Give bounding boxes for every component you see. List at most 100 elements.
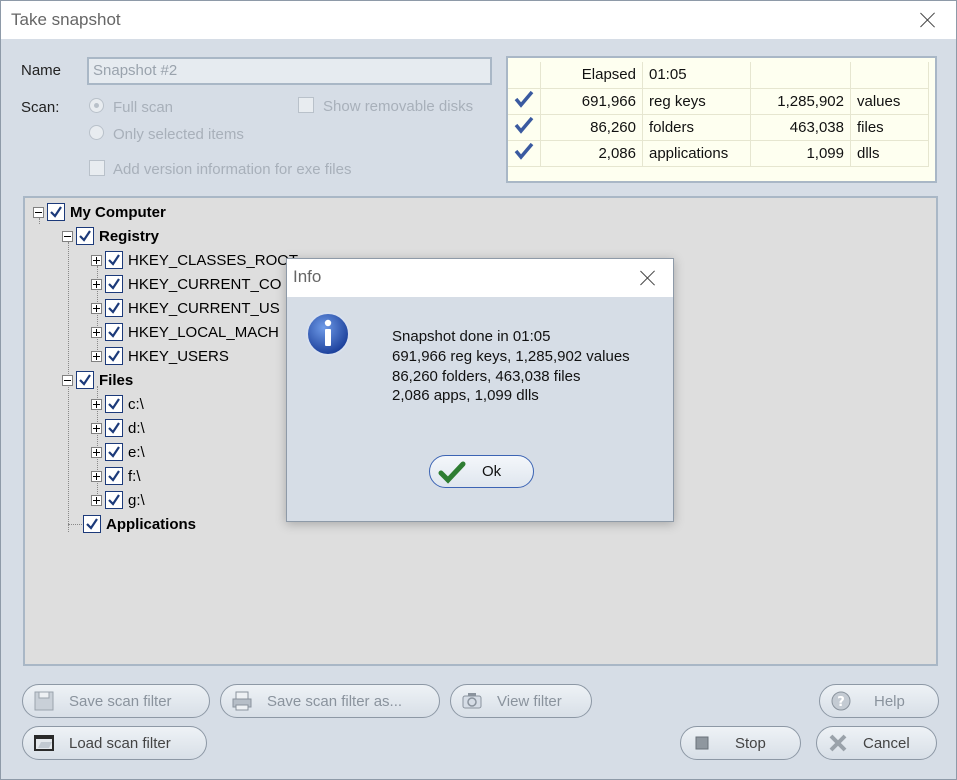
files-count: 463,038	[750, 114, 851, 141]
tree-label: e:\	[128, 443, 145, 461]
info-dialog-titlebar: Info	[287, 259, 673, 297]
tree-checkbox[interactable]	[105, 347, 123, 365]
stop-icon	[691, 732, 715, 754]
info-dialog: Info Snapshot done in 01:05 691,966 reg …	[286, 258, 674, 522]
collapse-icon[interactable]	[62, 230, 73, 242]
expand-icon[interactable]	[91, 254, 102, 266]
floppy-disk-icon	[33, 690, 57, 712]
tree-node-hkcr[interactable]: HKEY_CLASSES_ROOT	[91, 249, 298, 271]
applications-checkbox[interactable]	[83, 515, 101, 533]
tree-label: c:\	[128, 395, 144, 413]
info-close-icon[interactable]	[635, 265, 661, 291]
cancel-button[interactable]: Cancel	[816, 726, 937, 760]
apps-count: 2,086	[540, 140, 643, 167]
tree-node-drive-c[interactable]: c:\	[91, 393, 144, 415]
load-scan-filter-label: Load scan filter	[69, 734, 171, 752]
info-message-line-4: 2,086 apps, 1,099 dlls	[392, 387, 539, 404]
tree-node-files[interactable]: Files	[62, 369, 133, 391]
help-label: Help	[874, 692, 905, 710]
elapsed-value: 01:05	[642, 62, 751, 89]
info-icon	[305, 311, 351, 357]
tree-node-applications[interactable]: Applications	[83, 513, 196, 535]
ok-check-icon	[438, 460, 466, 484]
window-close-icon[interactable]	[915, 7, 941, 33]
save-scan-filter-as-label: Save scan filter as...	[267, 692, 403, 710]
expand-icon[interactable]	[91, 326, 102, 338]
full-scan-label: Full scan	[113, 99, 174, 116]
expand-icon[interactable]	[91, 422, 102, 434]
tree-label: HKEY_CURRENT_CO	[128, 275, 282, 293]
only-selected-radio[interactable]	[89, 125, 104, 140]
stop-label: Stop	[735, 734, 766, 752]
window-title: Take snapshot	[11, 10, 121, 29]
cancel-label: Cancel	[863, 734, 910, 752]
tree-label: Files	[99, 371, 134, 389]
tree-node-registry[interactable]: Registry	[62, 225, 159, 247]
tree-checkbox[interactable]	[105, 323, 123, 341]
elapsed-label: Elapsed	[540, 62, 643, 89]
folders-count: 86,260	[540, 114, 643, 141]
checkmark-icon	[514, 115, 534, 135]
expand-icon[interactable]	[91, 278, 102, 290]
view-filter-button[interactable]: View filter	[450, 684, 592, 718]
registry-checkbox[interactable]	[76, 227, 94, 245]
tree-node-drive-e[interactable]: e:\	[91, 441, 145, 463]
expand-icon[interactable]	[91, 446, 102, 458]
tree-node-my-computer[interactable]: My Computer	[33, 201, 166, 223]
tree-checkbox[interactable]	[105, 467, 123, 485]
save-scan-filter-label: Save scan filter	[69, 692, 172, 710]
expand-icon[interactable]	[91, 494, 102, 506]
tree-checkbox[interactable]	[105, 299, 123, 317]
tree-node-hkcu[interactable]: HKEY_CURRENT_US	[91, 297, 280, 319]
tree-checkbox[interactable]	[105, 419, 123, 437]
tree-node-hku[interactable]: HKEY_USERS	[91, 345, 229, 367]
stop-button[interactable]: Stop	[680, 726, 801, 760]
svg-text:?: ?	[837, 695, 845, 710]
snapshot-stats-panel: Elapsed 01:05 691,966 reg keys 1,285,902…	[506, 56, 937, 183]
expand-icon[interactable]	[91, 398, 102, 410]
load-scan-filter-button[interactable]: Load scan filter	[22, 726, 207, 760]
tree-checkbox[interactable]	[105, 275, 123, 293]
add-version-checkbox[interactable]	[89, 160, 105, 176]
dlls-label: dlls	[850, 140, 929, 167]
only-selected-label: Only selected items	[113, 126, 244, 143]
reg-keys-label: reg keys	[642, 88, 751, 115]
snapshot-name-input[interactable]: Snapshot #2	[87, 57, 492, 85]
full-scan-radio[interactable]	[89, 98, 104, 113]
files-checkbox[interactable]	[76, 371, 94, 389]
view-filter-label: View filter	[497, 692, 562, 710]
save-scan-filter-button[interactable]: Save scan filter	[22, 684, 210, 718]
my-computer-checkbox[interactable]	[47, 203, 65, 221]
help-button[interactable]: ? Help	[819, 684, 939, 718]
checkmark-icon	[514, 141, 534, 161]
tree-node-drive-f[interactable]: f:\	[91, 465, 141, 487]
name-label: Name	[21, 62, 62, 79]
tree-node-drive-d[interactable]: d:\	[91, 417, 145, 439]
cancel-x-icon	[827, 732, 851, 754]
expand-icon[interactable]	[91, 350, 102, 362]
tree-node-drive-g[interactable]: g:\	[91, 489, 145, 511]
tree-checkbox[interactable]	[105, 251, 123, 269]
values-count: 1,285,902	[750, 88, 851, 115]
info-message-line-2: 691,966 reg keys, 1,285,902 values	[392, 348, 630, 365]
tree-label: d:\	[128, 419, 145, 437]
tree-label: Registry	[99, 227, 160, 245]
collapse-icon[interactable]	[62, 374, 73, 386]
expand-icon[interactable]	[91, 470, 102, 482]
tree-checkbox[interactable]	[105, 395, 123, 413]
tree-checkbox[interactable]	[105, 443, 123, 461]
folder-open-icon	[33, 732, 57, 754]
tree-node-hklm[interactable]: HKEY_LOCAL_MACH	[91, 321, 279, 343]
ok-button[interactable]: Ok	[429, 455, 534, 488]
dlls-count: 1,099	[750, 140, 851, 167]
collapse-icon[interactable]	[33, 206, 44, 218]
apps-label: applications	[642, 140, 751, 167]
tree-label: HKEY_USERS	[128, 347, 229, 365]
printer-icon	[231, 690, 255, 712]
save-scan-filter-as-button[interactable]: Save scan filter as...	[220, 684, 440, 718]
show-removable-checkbox[interactable]	[298, 97, 314, 113]
scan-label: Scan:	[21, 99, 60, 116]
tree-node-hkcc[interactable]: HKEY_CURRENT_CO	[91, 273, 281, 295]
tree-checkbox[interactable]	[105, 491, 123, 509]
expand-icon[interactable]	[91, 302, 102, 314]
